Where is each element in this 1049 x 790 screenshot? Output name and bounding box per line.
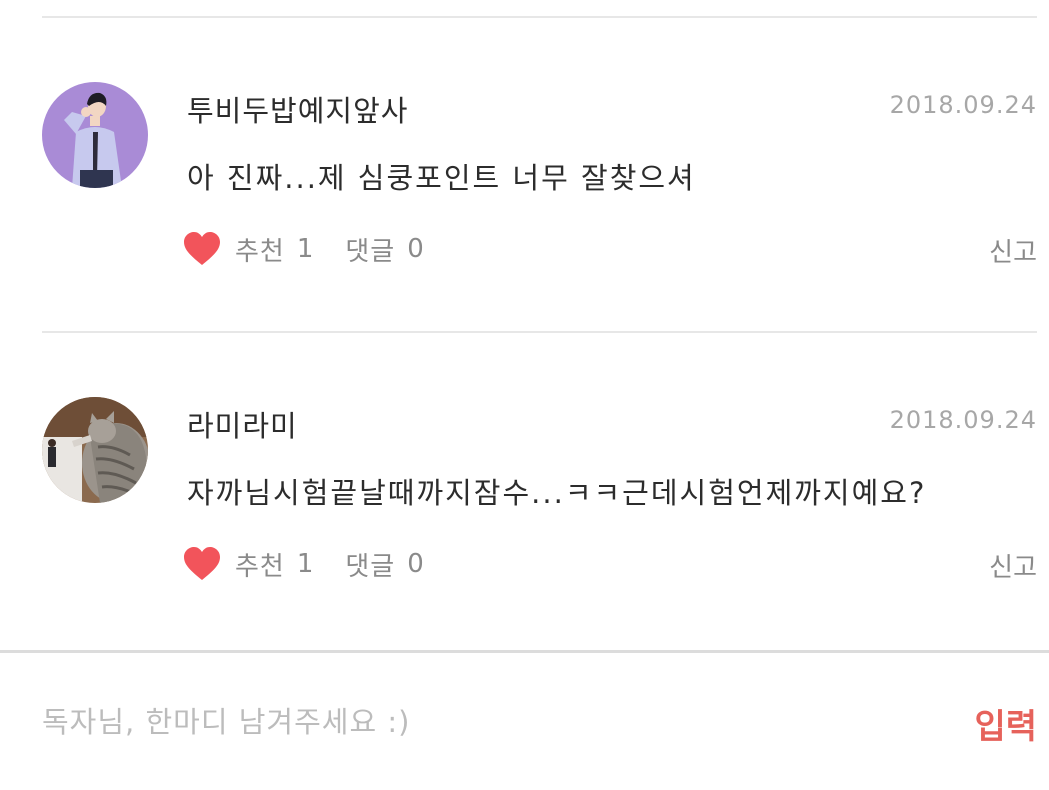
cartoon-person-avatar-icon: . xyxy=(42,82,148,188)
comment-author: 라미라미 xyxy=(187,409,298,443)
comment-text: 아 진짜...제 심쿵포인트 너무 잘찾으셔 xyxy=(187,161,696,195)
reply-label[interactable]: 댓글 xyxy=(345,231,395,268)
heart-icon[interactable] xyxy=(183,231,221,267)
reply-count: 0 xyxy=(407,234,424,264)
comment-item: 라미라미 2018.09.24 자까님시험끝날때까지잠수...ㅋㅋ근데시험언제까… xyxy=(0,315,1049,615)
comment-actions: 추천 1 댓글 0 xyxy=(183,228,424,270)
reply-count: 0 xyxy=(407,549,424,579)
comment-input-bar: 입력 xyxy=(0,650,1049,790)
comment-text: 자까님시험끝날때까지잠수...ㅋㅋ근데시험언제까지예요? xyxy=(187,476,927,510)
recommend-label[interactable]: 추천 xyxy=(235,231,285,268)
comment-input[interactable] xyxy=(42,697,902,747)
avatar[interactable] xyxy=(42,397,148,503)
comment-item: . 투비두밥예지앞사 2018.09.24 아 진짜...제 심쿵포인트 너무 … xyxy=(0,0,1049,300)
cat-photo-avatar-icon xyxy=(42,397,148,503)
report-button[interactable]: 신고 xyxy=(989,547,1037,584)
recommend-label[interactable]: 추천 xyxy=(235,546,285,583)
svg-text:.: . xyxy=(72,180,73,185)
comment-date: 2018.09.24 xyxy=(889,91,1037,119)
comment-actions: 추천 1 댓글 0 xyxy=(183,543,424,585)
report-button[interactable]: 신고 xyxy=(989,232,1037,269)
reply-label[interactable]: 댓글 xyxy=(345,546,395,583)
heart-icon[interactable] xyxy=(183,546,221,582)
comment-date: 2018.09.24 xyxy=(889,406,1037,434)
recommend-count: 1 xyxy=(296,549,314,579)
recommend-count: 1 xyxy=(296,234,314,264)
comment-author: 투비두밥예지앞사 xyxy=(187,94,409,128)
avatar[interactable]: . xyxy=(42,82,148,188)
submit-button[interactable]: 입력 xyxy=(974,699,1037,748)
